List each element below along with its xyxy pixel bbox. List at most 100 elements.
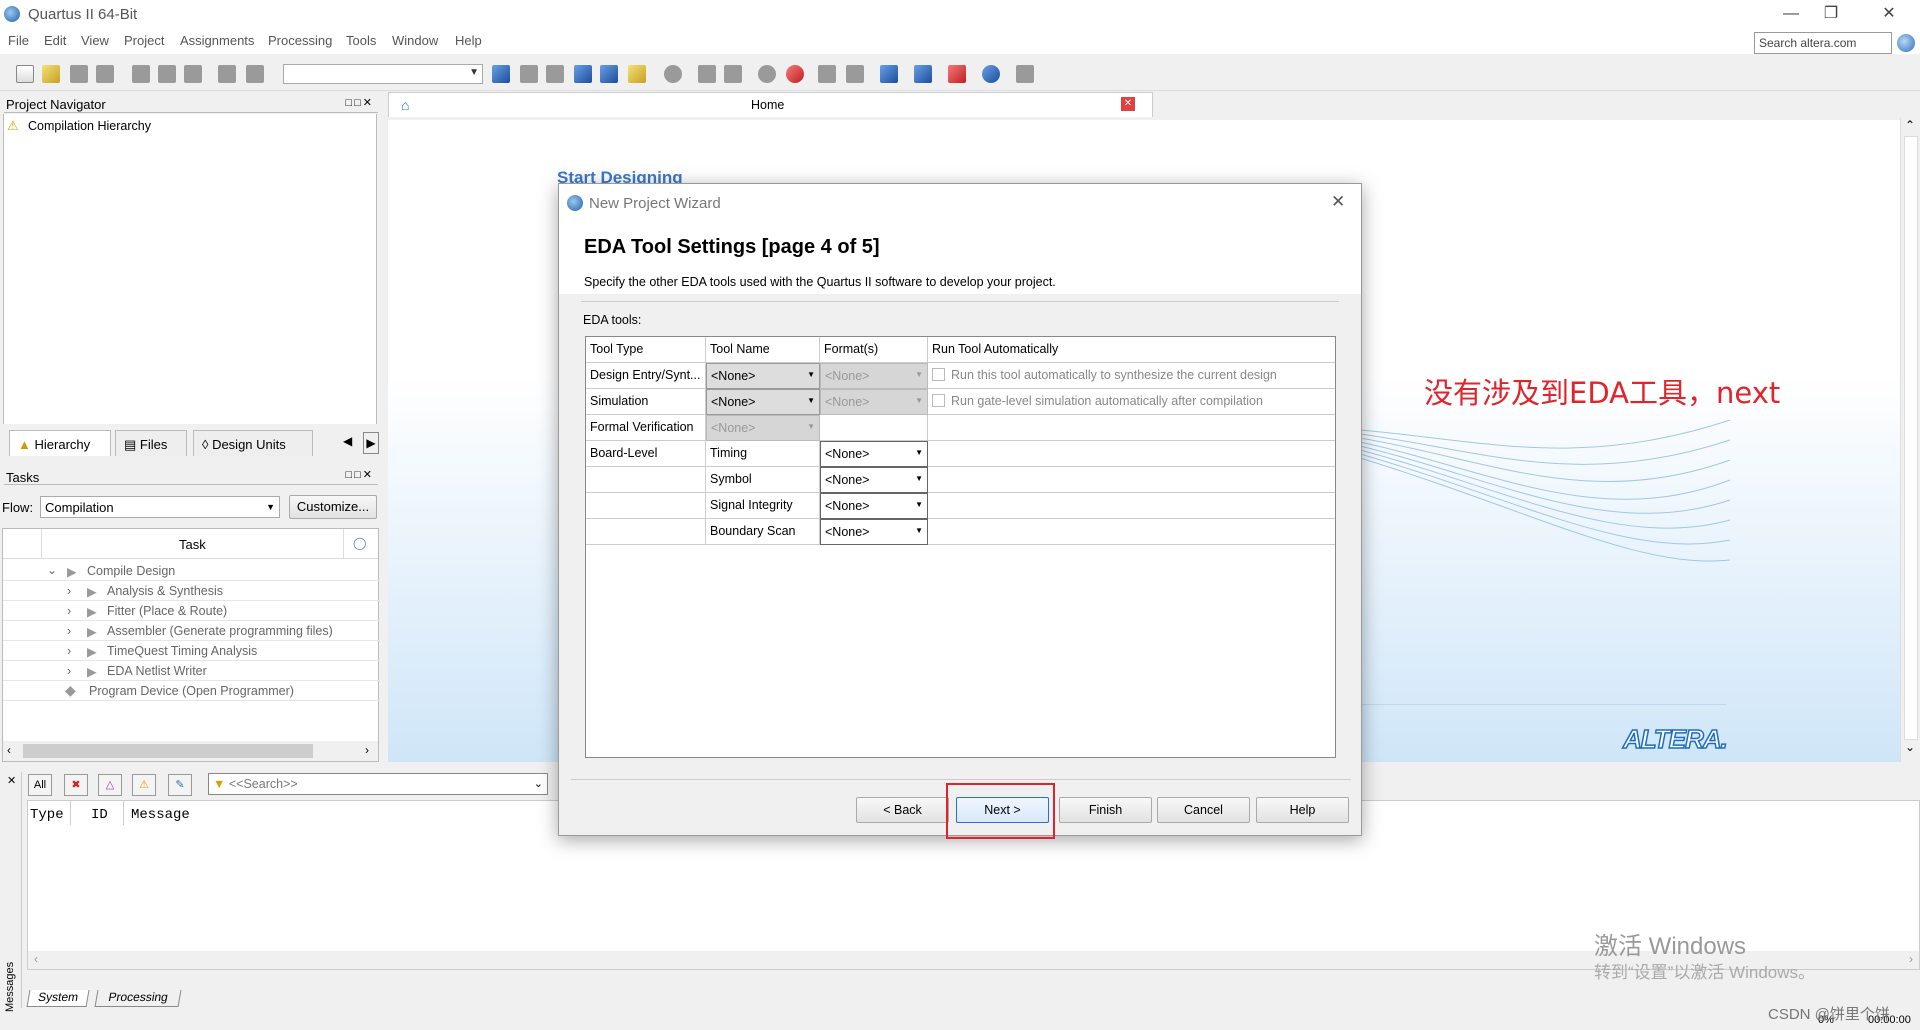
tab-scroll-left-icon[interactable]: ◀ — [343, 434, 352, 448]
tab-files[interactable]: ▤ Files — [115, 430, 187, 456]
stop-icon[interactable] — [664, 65, 682, 83]
feedback-icon[interactable] — [1016, 65, 1034, 83]
cut-icon[interactable] — [132, 65, 150, 83]
menu-assignments[interactable]: Assignments — [180, 33, 254, 48]
task-row[interactable]: › ▶ Fitter (Place & Route) — [3, 601, 380, 621]
analysis-icon[interactable] — [724, 65, 742, 83]
splitter[interactable] — [380, 92, 388, 762]
pin-assign-icon[interactable] — [600, 65, 618, 83]
finish-button[interactable]: Finish — [1059, 797, 1152, 823]
chevron-right-icon[interactable]: › — [67, 604, 71, 618]
chip-icon[interactable] — [628, 65, 646, 83]
tab-processing[interactable]: Processing — [94, 990, 182, 1007]
chevron-right-icon[interactable]: › — [67, 644, 71, 658]
tab-scroll-right-icon[interactable]: ▶ — [363, 432, 379, 454]
home-tab[interactable]: ⌂ Home ✕ — [388, 92, 1153, 117]
assignment-editor-icon[interactable] — [574, 65, 592, 83]
compilation-hierarchy-item[interactable]: Compilation Hierarchy — [28, 119, 151, 133]
format-select[interactable]: <None> ▼ — [820, 441, 928, 467]
task-row[interactable]: › ▶ Analysis & Synthesis — [3, 581, 380, 601]
close-icon[interactable]: ✕ — [7, 774, 16, 787]
suppressed-filter-icon[interactable]: ✎ — [168, 774, 192, 796]
task-row[interactable]: › ▶ TimeQuest Timing Analysis — [3, 641, 380, 661]
scroll-down-icon[interactable]: ⌄ — [1905, 740, 1915, 754]
help-button[interactable]: Help — [1256, 797, 1349, 823]
signaltap-icon[interactable] — [948, 65, 966, 83]
menu-window[interactable]: Window — [392, 33, 438, 48]
chevron-right-icon[interactable]: › — [67, 624, 71, 638]
task-row[interactable]: › ▶ Assembler (Generate programming files) — [3, 621, 380, 641]
back-button[interactable]: < Back — [856, 797, 949, 823]
paste-icon[interactable] — [184, 65, 202, 83]
chevron-right-icon[interactable]: › — [67, 664, 71, 678]
scrollbar-track[interactable] — [1904, 136, 1918, 740]
timequest-icon[interactable] — [786, 65, 804, 83]
pin-planner-icon[interactable] — [546, 65, 564, 83]
close-icon[interactable]: ✕ — [1331, 192, 1345, 212]
menu-project[interactable]: Project — [124, 33, 164, 48]
tab-design-units[interactable]: ◊ Design Units — [193, 430, 313, 456]
scroll-right-icon[interactable]: › — [1909, 952, 1913, 966]
scroll-up-icon[interactable]: ⌃ — [1905, 118, 1915, 132]
new-file-icon[interactable] — [16, 65, 34, 83]
scroll-left-icon[interactable]: ‹ — [7, 743, 11, 757]
panel-pin-icon[interactable]: □□✕ — [345, 96, 374, 109]
globe-icon[interactable] — [1897, 34, 1915, 52]
task-row[interactable]: ◆ Program Device (Open Programmer) — [3, 681, 380, 701]
customize-button[interactable]: Customize... — [289, 495, 377, 519]
menu-view[interactable]: View — [81, 33, 109, 48]
horizontal-scrollbar[interactable]: ‹ › — [3, 741, 378, 761]
cancel-button[interactable]: Cancel — [1157, 797, 1250, 823]
filter-all-button[interactable]: All — [28, 774, 52, 796]
format-select[interactable]: <None> ▼ — [820, 519, 928, 545]
close-window-button[interactable]: ✕ — [1866, 0, 1912, 30]
revision-combo[interactable]: ▼ — [283, 64, 483, 84]
tab-hierarchy[interactable]: ▲ Hierarchy — [9, 430, 111, 456]
chevron-right-icon[interactable]: › — [67, 584, 71, 598]
rtl-viewer-icon[interactable] — [846, 65, 864, 83]
programmer-icon[interactable] — [880, 65, 898, 83]
menu-edit[interactable]: Edit — [44, 33, 66, 48]
menu-tools[interactable]: Tools — [346, 33, 376, 48]
tool-name-select[interactable]: <None> ▼ — [706, 363, 820, 389]
undo-icon[interactable] — [218, 65, 236, 83]
save-all-icon[interactable] — [96, 65, 114, 83]
restore-button[interactable]: ❐ — [1808, 0, 1854, 30]
compare-icon[interactable] — [492, 65, 510, 83]
run-auto-cell — [928, 493, 1335, 519]
close-tab-icon[interactable]: ✕ — [1121, 97, 1135, 111]
menu-help[interactable]: Help — [455, 33, 482, 48]
scroll-left-icon[interactable]: ‹ — [34, 952, 38, 966]
chip-planner-icon[interactable] — [914, 65, 932, 83]
vertical-scrollbar[interactable]: ⌃ ⌄ — [1900, 118, 1920, 762]
format-select[interactable]: <None> ▼ — [820, 467, 928, 493]
start-compilation-icon[interactable] — [698, 65, 716, 83]
format-select[interactable]: <None> ▼ — [820, 493, 928, 519]
menu-processing[interactable]: Processing — [268, 33, 332, 48]
copy-icon[interactable] — [158, 65, 176, 83]
scrollbar-thumb[interactable] — [23, 744, 313, 758]
tab-system[interactable]: System — [26, 990, 90, 1007]
critical-warning-filter-icon[interactable]: △ — [98, 774, 122, 796]
scroll-right-icon[interactable]: › — [365, 743, 369, 757]
error-filter-icon[interactable]: ✖ — [64, 774, 88, 796]
warning-filter-icon[interactable]: ⚠ — [132, 774, 156, 796]
tool-name-select[interactable]: <None> ▼ — [706, 389, 820, 415]
search-altera-input[interactable]: Search altera.com — [1754, 32, 1892, 54]
save-icon[interactable] — [70, 65, 88, 83]
open-folder-icon[interactable] — [42, 65, 60, 83]
redo-icon[interactable] — [246, 65, 264, 83]
task-row[interactable]: ⌄ ▶ Compile Design — [3, 561, 380, 581]
netlist-icon[interactable] — [818, 65, 836, 83]
format-value: <None> — [825, 525, 870, 539]
flow-select[interactable]: Compilation ▼ — [40, 496, 280, 518]
magic-wand-icon[interactable] — [520, 65, 538, 83]
help-icon[interactable] — [982, 65, 1000, 83]
timing-icon[interactable] — [758, 65, 776, 83]
dialog-title: New Project Wizard — [589, 195, 721, 212]
message-search-input[interactable]: ▼ <<Search>> ⌄ — [208, 773, 548, 795]
menu-file[interactable]: File — [8, 33, 29, 48]
task-row[interactable]: › ▶ EDA Netlist Writer — [3, 661, 380, 681]
panel-pin-icon[interactable]: □□✕ — [345, 468, 374, 481]
chevron-down-icon[interactable]: ⌄ — [47, 563, 57, 577]
